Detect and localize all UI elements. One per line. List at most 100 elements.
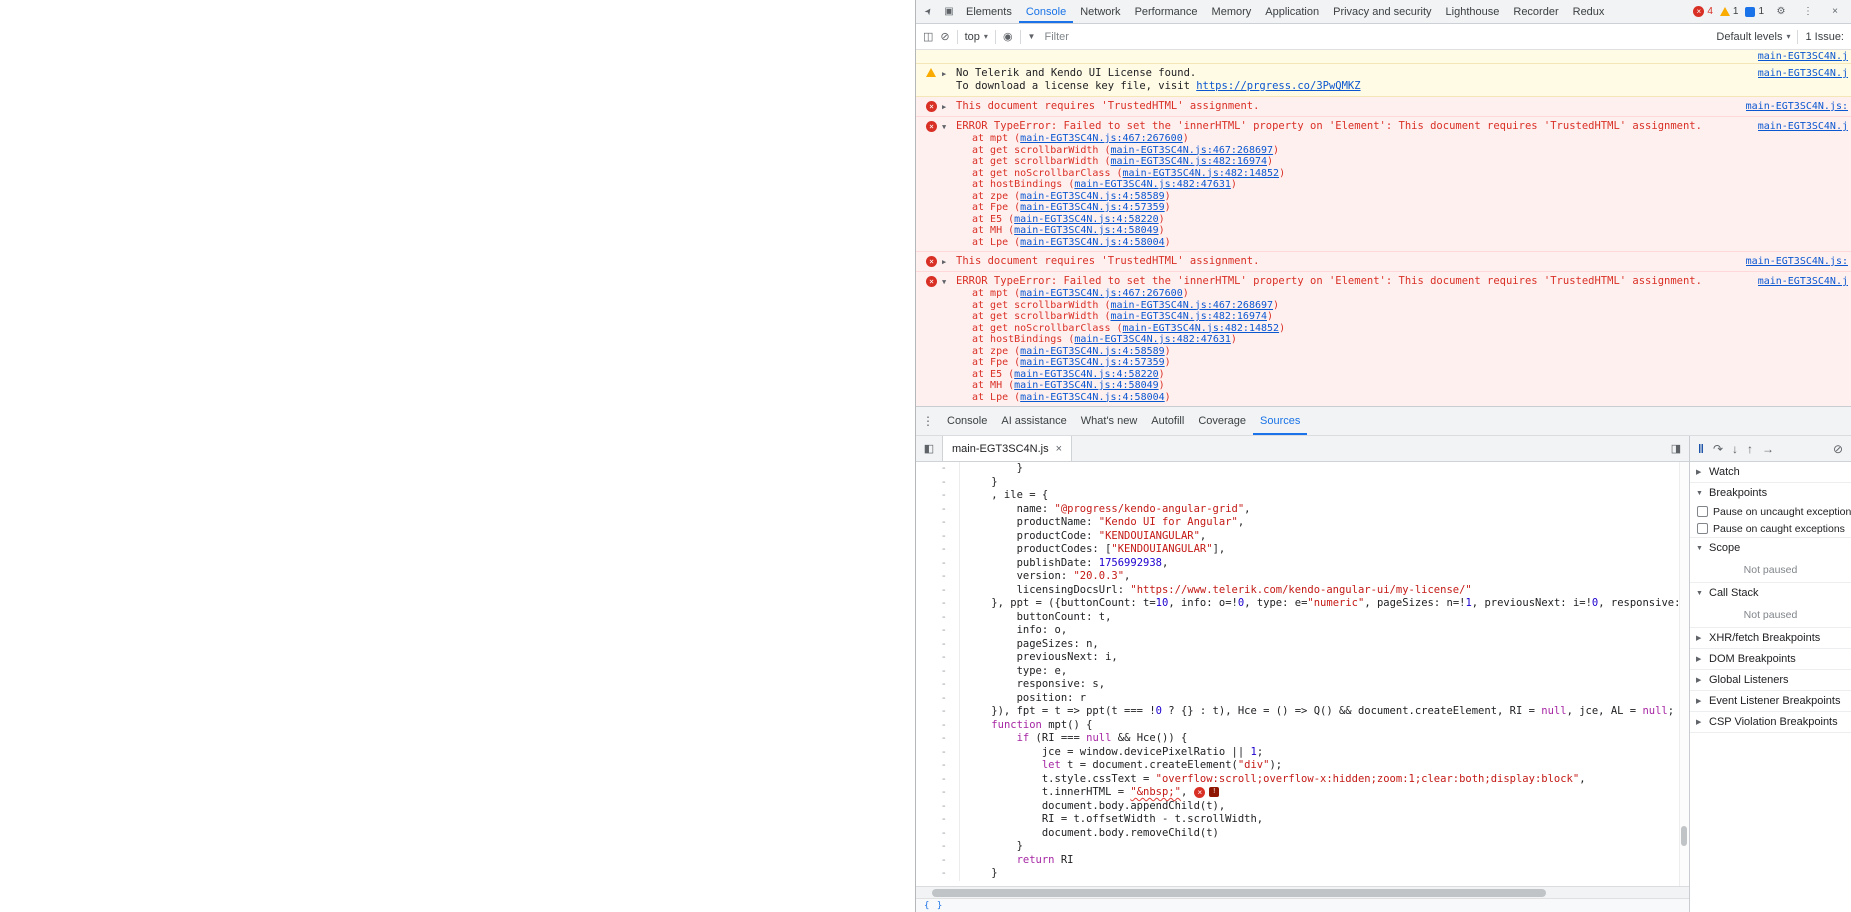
- breakpoint-gutter[interactable]: -: [916, 678, 960, 692]
- editor-vertical-scrollbar[interactable]: [1679, 462, 1689, 886]
- tab-network[interactable]: Network: [1073, 0, 1127, 23]
- breakpoint-gutter[interactable]: -: [916, 543, 960, 557]
- breakpoint-gutter[interactable]: -: [916, 691, 960, 705]
- stack-location-link[interactable]: main-EGT3SC4N.js:467:267600: [1020, 288, 1183, 299]
- breakpoint-gutter[interactable]: -: [916, 475, 960, 489]
- expand-caret-icon[interactable]: ▼: [942, 121, 946, 134]
- close-devtools-button[interactable]: ×: [1825, 2, 1845, 22]
- breakpoint-gutter[interactable]: -: [916, 840, 960, 854]
- tab-performance[interactable]: Performance: [1128, 0, 1205, 23]
- breakpoint-gutter[interactable]: -: [916, 570, 960, 584]
- stack-location-link[interactable]: main-EGT3SC4N.js:467:267600: [1020, 133, 1183, 144]
- message-source-link[interactable]: main-EGT3SC4N.js:: [1746, 255, 1848, 268]
- stack-location-link[interactable]: main-EGT3SC4N.js:482:16974: [1110, 156, 1267, 167]
- sidebar-section-header[interactable]: ▶ Event Listener Breakpoints: [1690, 691, 1851, 711]
- stack-location-link[interactable]: main-EGT3SC4N.js:4:58589: [1020, 346, 1165, 357]
- message-source-link[interactable]: main-EGT3SC4N.j: [1758, 120, 1848, 133]
- stack-location-link[interactable]: main-EGT3SC4N.js:467:268697: [1110, 145, 1273, 156]
- sidebar-section-header[interactable]: ▶ DOM Breakpoints: [1690, 649, 1851, 669]
- editor-horizontal-scrollbar[interactable]: [916, 886, 1689, 898]
- stack-location-link[interactable]: main-EGT3SC4N.js:482:47631: [1074, 334, 1231, 345]
- toggle-debugger-sidebar-button[interactable]: ◨: [1663, 436, 1689, 461]
- stack-location-link[interactable]: main-EGT3SC4N.js:4:58220: [1014, 214, 1159, 225]
- clear-console-button[interactable]: ⊘: [940, 30, 949, 43]
- error-icon[interactable]: ×: [1194, 786, 1206, 798]
- breakpoint-gutter[interactable]: -: [916, 867, 960, 881]
- code-editor[interactable]: - } - } - , ile = {- name: "@progress/kend…: [916, 462, 1689, 886]
- console-link[interactable]: https://prgress.co/3PwQMKZ: [1196, 80, 1360, 92]
- breakpoint-gutter[interactable]: -: [916, 651, 960, 665]
- filter-input[interactable]: [1042, 29, 1193, 44]
- expand-caret-icon[interactable]: ▼: [942, 276, 946, 289]
- breakpoint-gutter[interactable]: -: [916, 624, 960, 638]
- tab-console[interactable]: Console: [1019, 0, 1073, 23]
- tab-memory[interactable]: Memory: [1205, 0, 1259, 23]
- warning-count-badge[interactable]: 1: [1719, 6, 1738, 17]
- breakpoint-gutter[interactable]: -: [916, 732, 960, 746]
- drawer-tab-coverage[interactable]: Coverage: [1191, 407, 1253, 435]
- stack-location-link[interactable]: main-EGT3SC4N.js:4:58220: [1014, 369, 1159, 380]
- breakpoint-gutter[interactable]: -: [916, 826, 960, 840]
- stack-location-link[interactable]: main-EGT3SC4N.js:4:57359: [1020, 202, 1165, 213]
- stack-location-link[interactable]: main-EGT3SC4N.js:482:47631: [1074, 179, 1231, 190]
- drawer-tab-sources[interactable]: Sources: [1253, 407, 1307, 435]
- checkbox-row[interactable]: Pause on uncaught exceptions: [1690, 503, 1851, 520]
- stack-location-link[interactable]: main-EGT3SC4N.js:4:58004: [1020, 392, 1165, 403]
- tab-redux[interactable]: Redux: [1566, 0, 1612, 23]
- stack-location-link[interactable]: main-EGT3SC4N.js:4:57359: [1020, 357, 1165, 368]
- breakpoint-gutter[interactable]: -: [916, 597, 960, 611]
- checkbox[interactable]: [1697, 523, 1708, 534]
- drawer-tab-console[interactable]: Console: [940, 407, 994, 435]
- message-source-link[interactable]: main-EGT3SC4N.j: [1758, 50, 1848, 63]
- stack-location-link[interactable]: main-EGT3SC4N.js:467:268697: [1110, 300, 1273, 311]
- settings-button[interactable]: ⚙: [1771, 2, 1791, 22]
- more-options-button[interactable]: ⋮: [1798, 2, 1818, 22]
- sidebar-section-header[interactable]: ▶ Global Listeners: [1690, 670, 1851, 690]
- drawer-tab-what-s-new[interactable]: What's new: [1074, 407, 1145, 435]
- live-expression-button[interactable]: ◉: [1003, 30, 1013, 43]
- console-sidebar-toggle[interactable]: ◫: [923, 30, 933, 43]
- breakpoint-gutter[interactable]: -: [916, 583, 960, 597]
- pretty-print-button[interactable]: { }: [924, 901, 943, 911]
- file-tab[interactable]: main-EGT3SC4N.js ×: [942, 436, 1073, 461]
- checkbox[interactable]: [1697, 506, 1708, 517]
- sidebar-section-header[interactable]: ▶ XHR/fetch Breakpoints: [1690, 628, 1851, 648]
- breakpoint-gutter[interactable]: -: [916, 705, 960, 719]
- expand-caret-icon[interactable]: ▶: [942, 101, 946, 114]
- breakpoint-gutter[interactable]: -: [916, 786, 960, 800]
- drawer-tab-ai-assistance[interactable]: AI assistance: [994, 407, 1073, 435]
- breakpoint-gutter[interactable]: -: [916, 489, 960, 503]
- step-button[interactable]: →: [1762, 442, 1774, 456]
- drawer-more-tools-button[interactable]: ⋮: [916, 407, 940, 435]
- breakpoint-gutter[interactable]: -: [916, 799, 960, 813]
- tab-application[interactable]: Application: [1258, 0, 1326, 23]
- sidebar-section-header[interactable]: ▼ Scope: [1690, 538, 1851, 558]
- breakpoint-gutter[interactable]: -: [916, 718, 960, 732]
- stack-location-link[interactable]: main-EGT3SC4N.js:4:58004: [1020, 237, 1165, 248]
- stack-location-link[interactable]: main-EGT3SC4N.js:4:58589: [1020, 191, 1165, 202]
- inspect-element-icon[interactable]: ➤: [919, 2, 939, 22]
- step-out-button[interactable]: ↑: [1747, 442, 1753, 456]
- toggle-navigator-button[interactable]: ◧: [916, 436, 942, 461]
- tab-elements[interactable]: Elements: [959, 0, 1019, 23]
- breakpoint-gutter[interactable]: -: [916, 759, 960, 773]
- checkbox-row[interactable]: Pause on caught exceptions: [1690, 520, 1851, 537]
- message-source-link[interactable]: main-EGT3SC4N.j: [1758, 67, 1848, 80]
- tab-lighthouse[interactable]: Lighthouse: [1439, 0, 1507, 23]
- breakpoint-gutter[interactable]: -: [916, 502, 960, 516]
- issues-count-badge[interactable]: 1: [1745, 6, 1764, 17]
- stack-location-link[interactable]: main-EGT3SC4N.js:482:14852: [1123, 168, 1280, 179]
- breakpoint-gutter[interactable]: -: [916, 745, 960, 759]
- breakpoint-gutter[interactable]: -: [916, 462, 960, 476]
- stack-location-link[interactable]: main-EGT3SC4N.js:482:14852: [1123, 323, 1280, 334]
- breakpoint-gutter[interactable]: -: [916, 637, 960, 651]
- step-into-button[interactable]: ↓: [1732, 442, 1738, 456]
- pause-resume-button[interactable]: ‖: [1698, 442, 1704, 456]
- sidebar-section-header[interactable]: ▼ Breakpoints: [1690, 483, 1851, 503]
- tab-privacy-and-security[interactable]: Privacy and security: [1326, 0, 1438, 23]
- issue-icon[interactable]: !: [1209, 787, 1220, 797]
- stack-location-link[interactable]: main-EGT3SC4N.js:4:58049: [1014, 380, 1159, 391]
- breakpoint-gutter[interactable]: -: [916, 529, 960, 543]
- breakpoint-gutter[interactable]: -: [916, 610, 960, 624]
- issues-counter[interactable]: 1 Issue:: [1805, 31, 1844, 43]
